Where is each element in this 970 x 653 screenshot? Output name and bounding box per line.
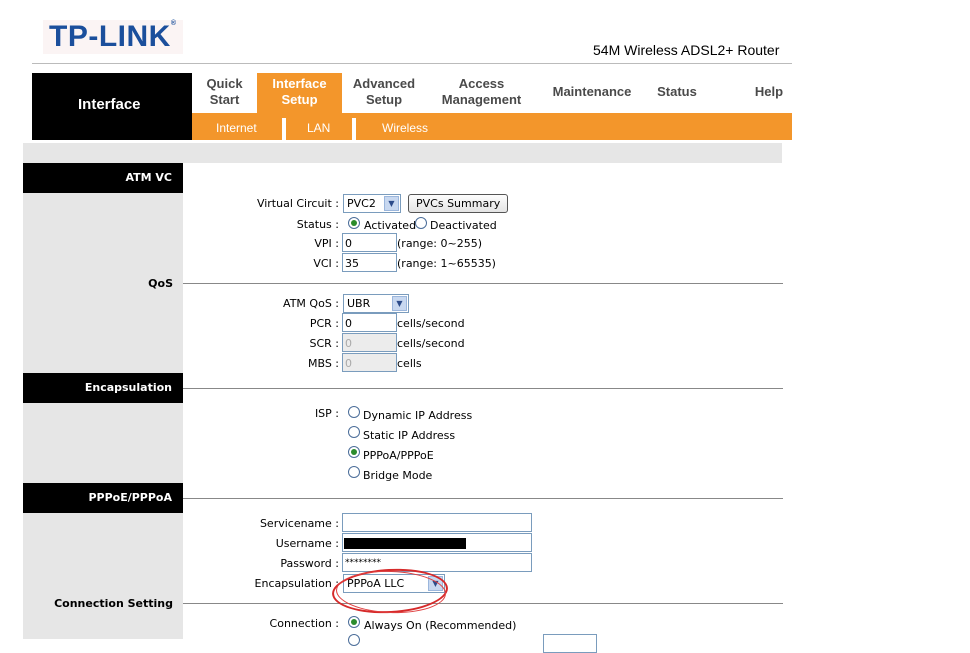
connection-always-on-radio[interactable] xyxy=(348,616,360,628)
redaction-mark xyxy=(344,538,466,549)
subnav-divider xyxy=(352,118,356,140)
status-label: Status : xyxy=(296,218,339,231)
nav-label: Interface xyxy=(272,76,327,91)
nav-label: Start xyxy=(209,92,240,107)
vpi-label: VPI : xyxy=(314,237,339,250)
section-divider xyxy=(183,283,783,284)
username-input[interactable] xyxy=(342,533,532,552)
nav-label: Access xyxy=(458,76,505,91)
nav-label: Management xyxy=(441,92,522,107)
nav-label: Setup xyxy=(365,92,403,107)
connection-always-on-label: Always On (Recommended) xyxy=(364,619,517,632)
atm-qos-select[interactable]: UBR ▼ xyxy=(343,294,409,313)
encapsulation-label: Encapsulation : xyxy=(254,577,339,590)
nav-interface-setup[interactable]: Interface Setup xyxy=(257,73,342,113)
atm-qos-value: UBR xyxy=(347,297,371,310)
virtual-circuit-label: Virtual Circuit : xyxy=(256,197,339,210)
trademark-mark: ® xyxy=(170,20,177,27)
servicename-input[interactable] xyxy=(342,513,532,532)
connection-extra-input[interactable] xyxy=(543,634,597,653)
scr-unit: cells/second xyxy=(397,337,465,350)
password-label: Password : xyxy=(280,557,339,570)
nav-label: Setup xyxy=(281,92,318,107)
isp-static-label: Static IP Address xyxy=(363,429,456,442)
nav-help[interactable]: Help xyxy=(751,84,787,100)
virtual-circuit-value: PVC2 xyxy=(347,197,376,210)
nav-label: Status xyxy=(657,84,697,99)
isp-dynamic-radio[interactable] xyxy=(348,406,360,418)
section-label-connection-setting: Connection Setting xyxy=(54,597,173,610)
nav-label: Advanced xyxy=(352,76,416,91)
section-divider xyxy=(183,603,783,604)
vci-label: VCI : xyxy=(313,257,339,270)
vci-range-hint: (range: 1~65535) xyxy=(397,257,496,270)
subnav-wireless[interactable]: Wireless xyxy=(382,121,428,135)
model-name: 54M Wireless ADSL2+ Router xyxy=(593,42,780,58)
nav-label: Quick xyxy=(206,76,243,91)
vci-input[interactable]: 35 xyxy=(342,253,397,272)
status-activated-label: Activated xyxy=(364,219,417,232)
section-divider xyxy=(183,498,783,499)
status-deactivated-radio[interactable] xyxy=(415,217,427,229)
pcr-unit: cells/second xyxy=(397,317,465,330)
username-label: Username : xyxy=(275,537,339,550)
status-activated-radio[interactable] xyxy=(348,217,360,229)
connection-option-radio[interactable] xyxy=(348,634,360,646)
subnav-divider xyxy=(282,118,286,140)
subnav-lan[interactable]: LAN xyxy=(307,121,330,135)
isp-bridge-radio[interactable] xyxy=(348,466,360,478)
isp-static-radio[interactable] xyxy=(348,426,360,438)
section-label-qos: QoS xyxy=(148,277,173,290)
section-header-atm-vc: ATM VC xyxy=(23,163,183,193)
isp-bridge-label: Bridge Mode xyxy=(363,469,433,482)
chevron-down-icon: ▼ xyxy=(384,196,399,211)
nav-quick-start[interactable]: Quick Start xyxy=(198,76,251,108)
virtual-circuit-select[interactable]: PVC2 ▼ xyxy=(343,194,401,213)
nav-access-management[interactable]: Access Management xyxy=(435,76,528,108)
mbs-unit: cells xyxy=(397,357,422,370)
chevron-down-icon: ▼ xyxy=(392,296,407,311)
nav-label: Maintenance xyxy=(552,84,632,99)
status-deactivated-label: Deactivated xyxy=(430,219,497,232)
nav-label: Help xyxy=(754,84,784,99)
section-header-encapsulation: Encapsulation xyxy=(23,373,183,403)
scr-label: SCR : xyxy=(309,337,339,350)
isp-dynamic-label: Dynamic IP Address xyxy=(363,409,473,422)
nav-status[interactable]: Status xyxy=(653,84,701,100)
mbs-label: MBS : xyxy=(307,357,339,370)
isp-label: ISP : xyxy=(314,407,339,420)
connection-label: Connection : xyxy=(269,617,339,630)
section-title: Interface xyxy=(78,96,141,113)
pcr-label: PCR : xyxy=(309,317,339,330)
content-top-bar xyxy=(23,143,782,163)
isp-pppoa-pppoe-radio[interactable] xyxy=(348,446,360,458)
header-divider xyxy=(32,63,792,64)
password-input[interactable]: ******** xyxy=(342,553,532,572)
isp-pppoa-pppoe-label: PPPoA/PPPoE xyxy=(363,449,434,462)
atm-qos-label: ATM QoS : xyxy=(283,297,339,310)
mbs-input: 0 xyxy=(342,353,397,372)
nav-advanced-setup[interactable]: Advanced Setup xyxy=(347,76,421,108)
tp-link-logo: TP-LINK® xyxy=(43,20,183,54)
subnav-internet[interactable]: Internet xyxy=(216,121,257,135)
nav-maintenance[interactable]: Maintenance xyxy=(546,84,638,100)
vpi-input[interactable]: 0 xyxy=(342,233,397,252)
vpi-range-hint: (range: 0~255) xyxy=(397,237,482,250)
pvcs-summary-button[interactable]: PVCs Summary xyxy=(408,194,509,213)
logo-text: TP-LINK xyxy=(49,20,171,53)
section-title-block: Interface xyxy=(32,73,192,140)
section-divider xyxy=(183,388,783,389)
section-header-pppoe: PPPoE/PPPoA xyxy=(23,483,183,513)
servicename-label: Servicename : xyxy=(259,517,339,530)
scr-input: 0 xyxy=(342,333,397,352)
pcr-input[interactable]: 0 xyxy=(342,313,397,332)
sub-nav: Internet LAN Wireless xyxy=(192,113,792,140)
main-nav: Quick Start Interface Setup Advanced Setup … xyxy=(192,73,792,113)
